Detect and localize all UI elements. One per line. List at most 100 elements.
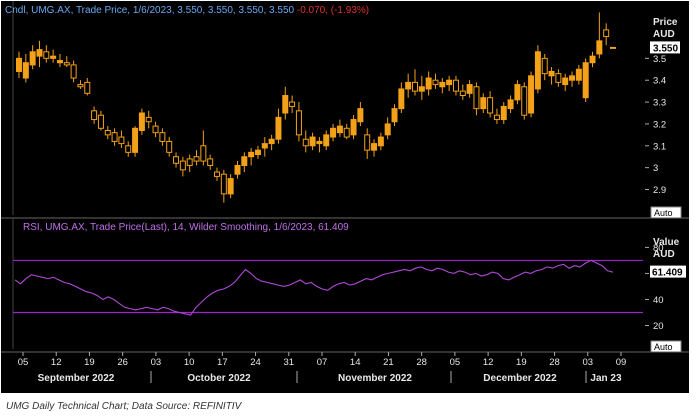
month-label: December 2022 (483, 373, 557, 384)
candle (391, 104, 398, 127)
candle (364, 128, 371, 159)
candle-body (336, 125, 343, 134)
candle-body (371, 143, 378, 151)
candle (500, 102, 507, 124)
candle-body (432, 79, 439, 86)
candle-body (261, 143, 268, 149)
candle-body (145, 116, 152, 123)
candle-body (439, 81, 446, 88)
rsi-panel: 8060402061.409 RSI, UMG.AX, Trade Price(… (12, 218, 686, 353)
candle-body (596, 40, 603, 55)
candle (548, 67, 555, 85)
candle (350, 115, 357, 140)
candle-body (173, 156, 180, 164)
price-tick-label: 3 (653, 163, 658, 174)
candle (371, 139, 378, 157)
candle-body (323, 134, 330, 147)
month-label: October 2022 (187, 373, 251, 384)
price-tick-label: 3.2 (653, 119, 666, 130)
candle (575, 64, 582, 85)
candle-body (534, 51, 541, 90)
candle (214, 167, 220, 181)
candle-body (493, 114, 500, 121)
candle-body (377, 136, 384, 147)
candle-body (289, 101, 296, 107)
candle-body (207, 158, 214, 166)
candle (405, 73, 412, 98)
candle-body (541, 57, 548, 75)
price-current-label: 3.550 (653, 43, 678, 54)
candle-body (569, 75, 576, 81)
candle-body (166, 140, 173, 153)
candle-body (330, 127, 337, 138)
price-auto-label: Auto (654, 208, 673, 218)
candle (16, 51, 22, 79)
candle-body (582, 62, 589, 99)
candle-body (193, 156, 200, 162)
candle-body (16, 57, 22, 72)
rsi-current-label: 61.409 (652, 268, 683, 279)
candle (493, 108, 500, 124)
candle (514, 80, 521, 105)
candle (77, 80, 84, 89)
candle (425, 71, 432, 96)
time-tick-label: 21 (383, 357, 394, 368)
candle-body (50, 55, 57, 59)
candle-body (132, 127, 139, 153)
candle (166, 137, 173, 157)
rsi-series-label: RSI, UMG.AX, Trade Price(Last), 14, Wild… (23, 222, 349, 233)
candle-body (84, 81, 91, 94)
time-tick-label: 12 (51, 357, 62, 368)
candle-body (514, 84, 521, 101)
candle (534, 45, 541, 94)
candle (152, 121, 159, 138)
time-tick-label: 05 (450, 357, 461, 368)
time-axis: 05 12 19 26 03 10 17 24 31 07 14 21 28 05 12 19 28 03 09 Se… (1, 351, 689, 384)
price-series-label: Cndl, UMG.AX, Trade Price, 1/6/2023, 3.5… (5, 5, 295, 16)
candle (439, 78, 446, 94)
price-tick-label: 3.1 (653, 141, 666, 152)
price-candles (16, 12, 616, 203)
candle (295, 102, 302, 142)
candle-body (179, 160, 186, 171)
candle-body (91, 110, 98, 121)
candle (36, 40, 43, 68)
candle (56, 53, 63, 68)
candle (507, 95, 514, 113)
candle-body (405, 81, 412, 90)
candle (91, 106, 98, 124)
candle-body (275, 116, 282, 140)
candle-body (425, 77, 432, 90)
candle (323, 130, 330, 151)
price-header-text: Cndl, UMG.AX, Trade Price, 1/6/2023, 3.5… (5, 5, 369, 16)
candle (521, 82, 528, 120)
candle (336, 119, 343, 138)
candle-body (22, 62, 29, 79)
candle-body (500, 105, 507, 121)
candle (179, 156, 186, 177)
candle-body (268, 138, 275, 145)
month-label: Jan 23 (590, 373, 622, 384)
candle-body (254, 149, 261, 156)
candle (302, 130, 309, 153)
candle (220, 169, 227, 203)
candle-body (528, 75, 535, 114)
candle-body (446, 79, 453, 86)
candle-body (412, 81, 418, 92)
candle-body (343, 127, 350, 138)
candle (528, 71, 535, 118)
candle-body (220, 173, 227, 195)
price-axis: 3.5 3.4 3.3 3.2 3.1 3 2.9 3.550 (645, 41, 680, 196)
price-unit-label-2: AUD (653, 29, 675, 40)
candle (241, 152, 248, 173)
candle (473, 82, 480, 116)
month-label: September 2022 (38, 373, 115, 384)
candle (412, 69, 418, 96)
candle (125, 141, 132, 157)
candle-body (227, 178, 234, 195)
candle (43, 45, 50, 63)
candle-body (480, 97, 487, 110)
candle (261, 137, 268, 157)
candle (569, 71, 576, 87)
time-tick-label: 10 (184, 357, 195, 368)
